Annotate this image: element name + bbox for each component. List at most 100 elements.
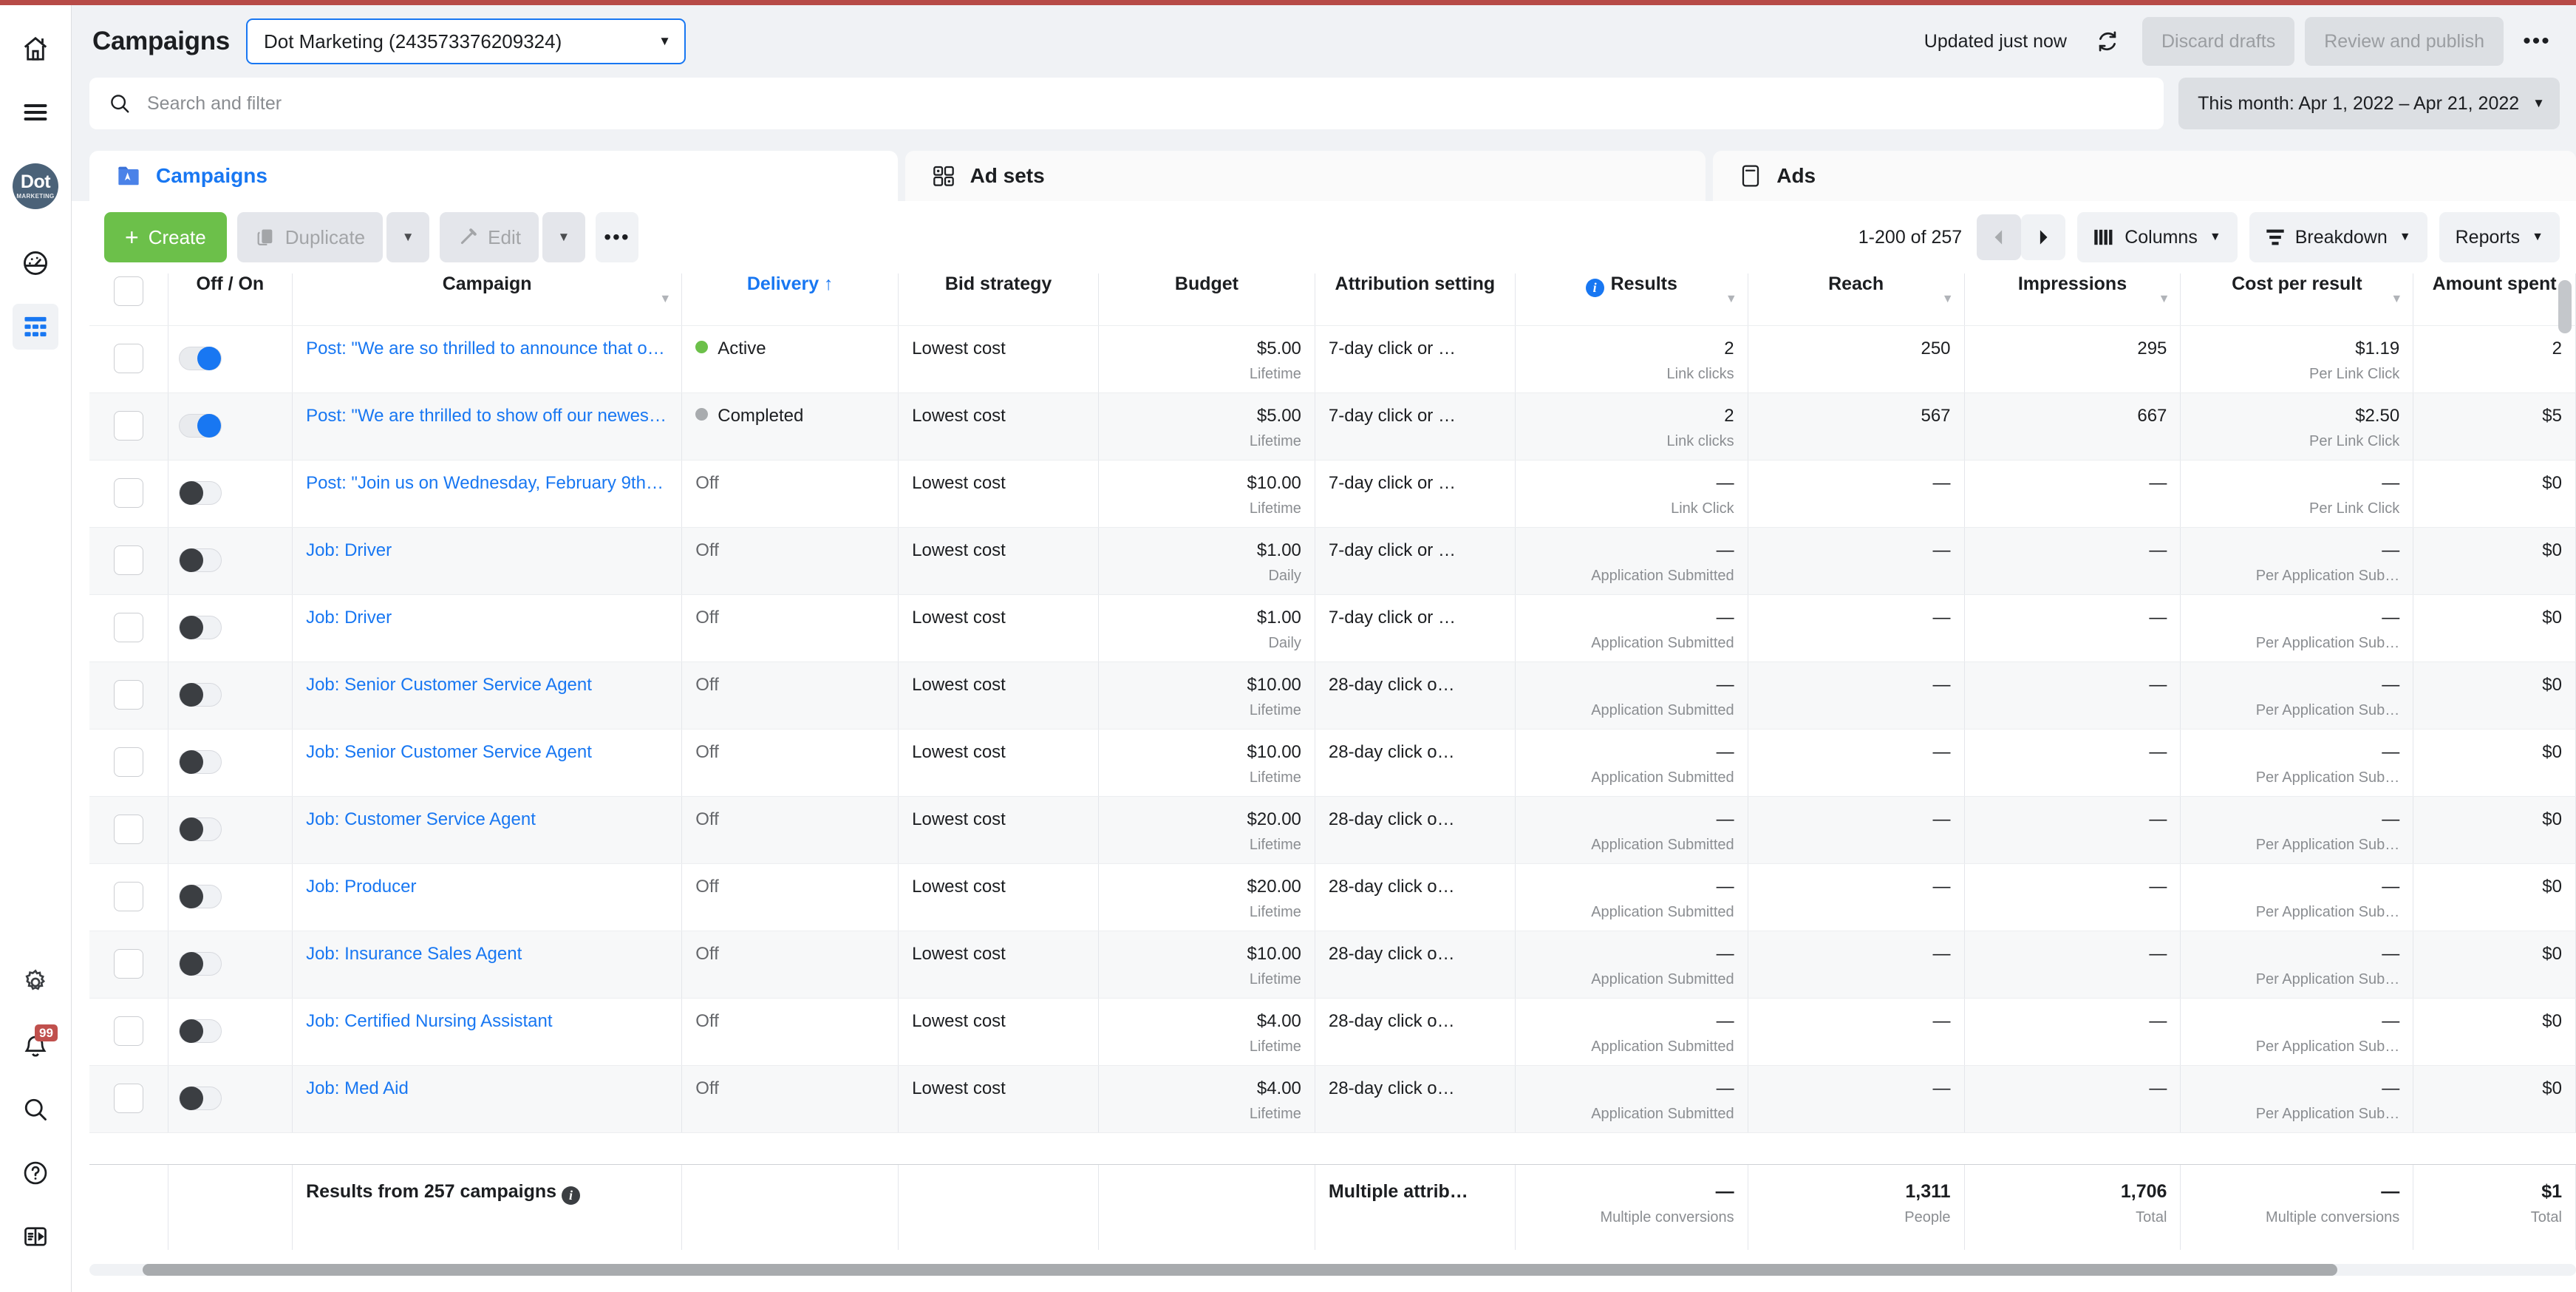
discard-drafts-button[interactable]: Discard drafts xyxy=(2141,17,2295,66)
row-checkbox[interactable] xyxy=(113,1016,143,1046)
row-checkbox[interactable] xyxy=(113,948,143,979)
table-row[interactable]: Job: Driver Off Lowest cost $1.00 Daily 7-day… xyxy=(89,527,2576,595)
table-row[interactable]: Post: "Join us on Wednesday, February 9t… xyxy=(89,460,2576,528)
off-on-toggle[interactable] xyxy=(178,413,222,438)
table-grid-icon[interactable] xyxy=(13,304,58,350)
home-icon[interactable] xyxy=(13,26,58,72)
help-circle-icon[interactable] xyxy=(13,1150,58,1196)
avatar[interactable]: Dot MARKETING xyxy=(13,163,58,209)
off-on-toggle[interactable] xyxy=(178,548,222,572)
row-checkbox[interactable] xyxy=(113,343,143,373)
row-checkbox[interactable] xyxy=(113,679,143,710)
account-selector[interactable]: Dot Marketing (243573376209324) ▼ xyxy=(245,18,686,64)
results-type: Application Submitted xyxy=(1591,701,1734,718)
row-checkbox[interactable] xyxy=(113,814,143,844)
off-on-toggle[interactable] xyxy=(178,817,222,841)
select-all-checkbox[interactable] xyxy=(113,276,143,306)
column-header-amount-spent[interactable]: Amount spent xyxy=(2413,273,2576,326)
column-header-results[interactable]: i Results ▼ xyxy=(1515,273,1748,326)
campaign-name-link[interactable]: Job: Driver xyxy=(306,608,668,628)
column-header-delivery[interactable]: Delivery ↑ xyxy=(681,273,899,326)
hamburger-menu-icon[interactable] xyxy=(13,89,58,135)
campaign-name-link[interactable]: Job: Customer Service Agent xyxy=(306,809,668,830)
off-on-toggle[interactable] xyxy=(178,615,222,639)
campaign-name-link[interactable]: Job: Insurance Sales Agent xyxy=(306,944,668,965)
table-row[interactable]: Job: Insurance Sales Agent Off Lowest cost… xyxy=(89,931,2576,999)
column-header-attribution-setting[interactable]: Attribution setting xyxy=(1315,273,1516,326)
column-header-campaign[interactable]: Campaign ▼ xyxy=(292,273,683,326)
row-checkbox[interactable] xyxy=(113,477,143,508)
column-header-impressions[interactable]: Impressions ▼ xyxy=(1964,273,2181,326)
edit-button[interactable]: Edit xyxy=(440,212,539,262)
review-and-publish-button[interactable]: Review and publish xyxy=(2305,17,2504,66)
row-checkbox[interactable] xyxy=(113,881,143,911)
search-icon[interactable] xyxy=(13,1087,58,1132)
tab-campaigns[interactable]: Campaigns xyxy=(89,151,898,201)
date-range-selector[interactable]: This month: Apr 1, 2022 – Apr 21, 2022 ▼ xyxy=(2178,78,2560,129)
table-row[interactable]: Post: "We are so thrilled to announce th… xyxy=(89,325,2576,393)
row-checkbox[interactable] xyxy=(113,1083,143,1113)
refresh-icon[interactable] xyxy=(2082,17,2132,66)
off-on-toggle[interactable] xyxy=(178,749,222,774)
campaign-name-link[interactable]: Job: Certified Nursing Assistant xyxy=(306,1011,668,1032)
row-checkbox[interactable] xyxy=(113,410,143,441)
off-on-toggle[interactable] xyxy=(178,951,222,976)
campaign-name-link[interactable]: Job: Producer xyxy=(306,877,668,897)
table-row[interactable]: Job: Customer Service Agent Off Lowest cos… xyxy=(89,796,2576,864)
duplicate-dropdown-button[interactable]: ▼ xyxy=(386,212,430,262)
search-icon xyxy=(111,95,129,113)
side-panel-icon[interactable] xyxy=(13,1214,58,1259)
column-header-reach[interactable]: Reach ▼ xyxy=(1748,273,1965,326)
table-row[interactable]: Job: Driver Off Lowest cost $1.00 Daily 7-day… xyxy=(89,594,2576,662)
edit-dropdown-button[interactable]: ▼ xyxy=(542,212,585,262)
table-row[interactable]: Job: Senior Customer Service Agent Off Low… xyxy=(89,729,2576,797)
campaign-name-link[interactable]: Job: Driver xyxy=(306,540,668,561)
campaign-name-link[interactable]: Job: Senior Customer Service Agent xyxy=(306,675,668,696)
gear-icon[interactable] xyxy=(13,959,58,1005)
table-row[interactable]: Job: Certified Nursing Assistant Off Lowes… xyxy=(89,998,2576,1066)
create-button[interactable]: + Create xyxy=(104,212,227,262)
row-checkbox[interactable] xyxy=(113,612,143,642)
off-on-toggle[interactable] xyxy=(178,1086,222,1110)
campaign-name-link[interactable]: Job: Med Aid xyxy=(306,1078,668,1099)
campaign-name-link[interactable]: Job: Senior Customer Service Agent xyxy=(306,742,668,763)
column-header-bid-strategy[interactable]: Bid strategy xyxy=(898,273,1100,326)
toolbar-more-button[interactable]: ••• xyxy=(595,212,638,262)
table-row[interactable]: Job: Senior Customer Service Agent Off Low… xyxy=(89,662,2576,730)
off-on-toggle[interactable] xyxy=(178,480,222,505)
duplicate-button[interactable]: Duplicate xyxy=(236,212,384,262)
columns-button[interactable]: Columns ▼ xyxy=(2077,212,2238,262)
reports-button[interactable]: Reports ▼ xyxy=(2439,212,2560,262)
row-results-cell: — Application Submitted xyxy=(1515,594,1748,662)
tab-ads[interactable]: Ads xyxy=(1713,151,2576,201)
prev-page-button[interactable] xyxy=(1977,214,2022,260)
row-checkbox[interactable] xyxy=(113,747,143,777)
table-row[interactable]: Job: Med Aid Off Lowest cost $4.00 Lifetime 2… xyxy=(89,1065,2576,1133)
row-checkbox[interactable] xyxy=(113,545,143,575)
chevron-down-icon: ▼ xyxy=(401,230,415,244)
vertical-scrollbar-thumb[interactable] xyxy=(2558,280,2572,333)
column-header-cost-per-result[interactable]: Cost per result ▼ xyxy=(2180,273,2414,326)
column-header-budget[interactable]: Budget xyxy=(1098,273,1315,326)
off-on-toggle[interactable] xyxy=(178,884,222,908)
header-more-button[interactable]: ••• xyxy=(2514,17,2560,66)
campaign-name-link[interactable]: Post: "We are thrilled to show off our n… xyxy=(306,406,668,426)
breakdown-button[interactable]: Breakdown ▼ xyxy=(2249,212,2427,262)
off-on-toggle[interactable] xyxy=(178,346,222,370)
info-icon[interactable]: i xyxy=(562,1186,581,1205)
speedometer-icon[interactable] xyxy=(13,240,58,286)
off-on-toggle[interactable] xyxy=(178,1019,222,1043)
horizontal-scrollbar[interactable] xyxy=(89,1264,2576,1276)
search-input[interactable]: Search and filter xyxy=(89,78,2164,129)
horizontal-scrollbar-thumb[interactable] xyxy=(143,1264,2337,1276)
off-on-toggle[interactable] xyxy=(178,682,222,707)
bell-icon[interactable]: 99 xyxy=(13,1023,58,1069)
campaign-name-link[interactable]: Post: "We are so thrilled to announce th… xyxy=(306,339,668,359)
next-page-button[interactable] xyxy=(2021,214,2066,260)
column-header-off-on[interactable]: Off / On xyxy=(168,273,293,326)
budget-type: Lifetime xyxy=(1249,1038,1301,1055)
table-row[interactable]: Post: "We are thrilled to show off our n… xyxy=(89,392,2576,460)
campaign-name-link[interactable]: Post: "Join us on Wednesday, February 9t… xyxy=(306,473,668,494)
tab-ad-sets[interactable]: Ad sets xyxy=(904,151,1706,201)
table-row[interactable]: Job: Producer Off Lowest cost $20.00 Lifetim… xyxy=(89,863,2576,931)
